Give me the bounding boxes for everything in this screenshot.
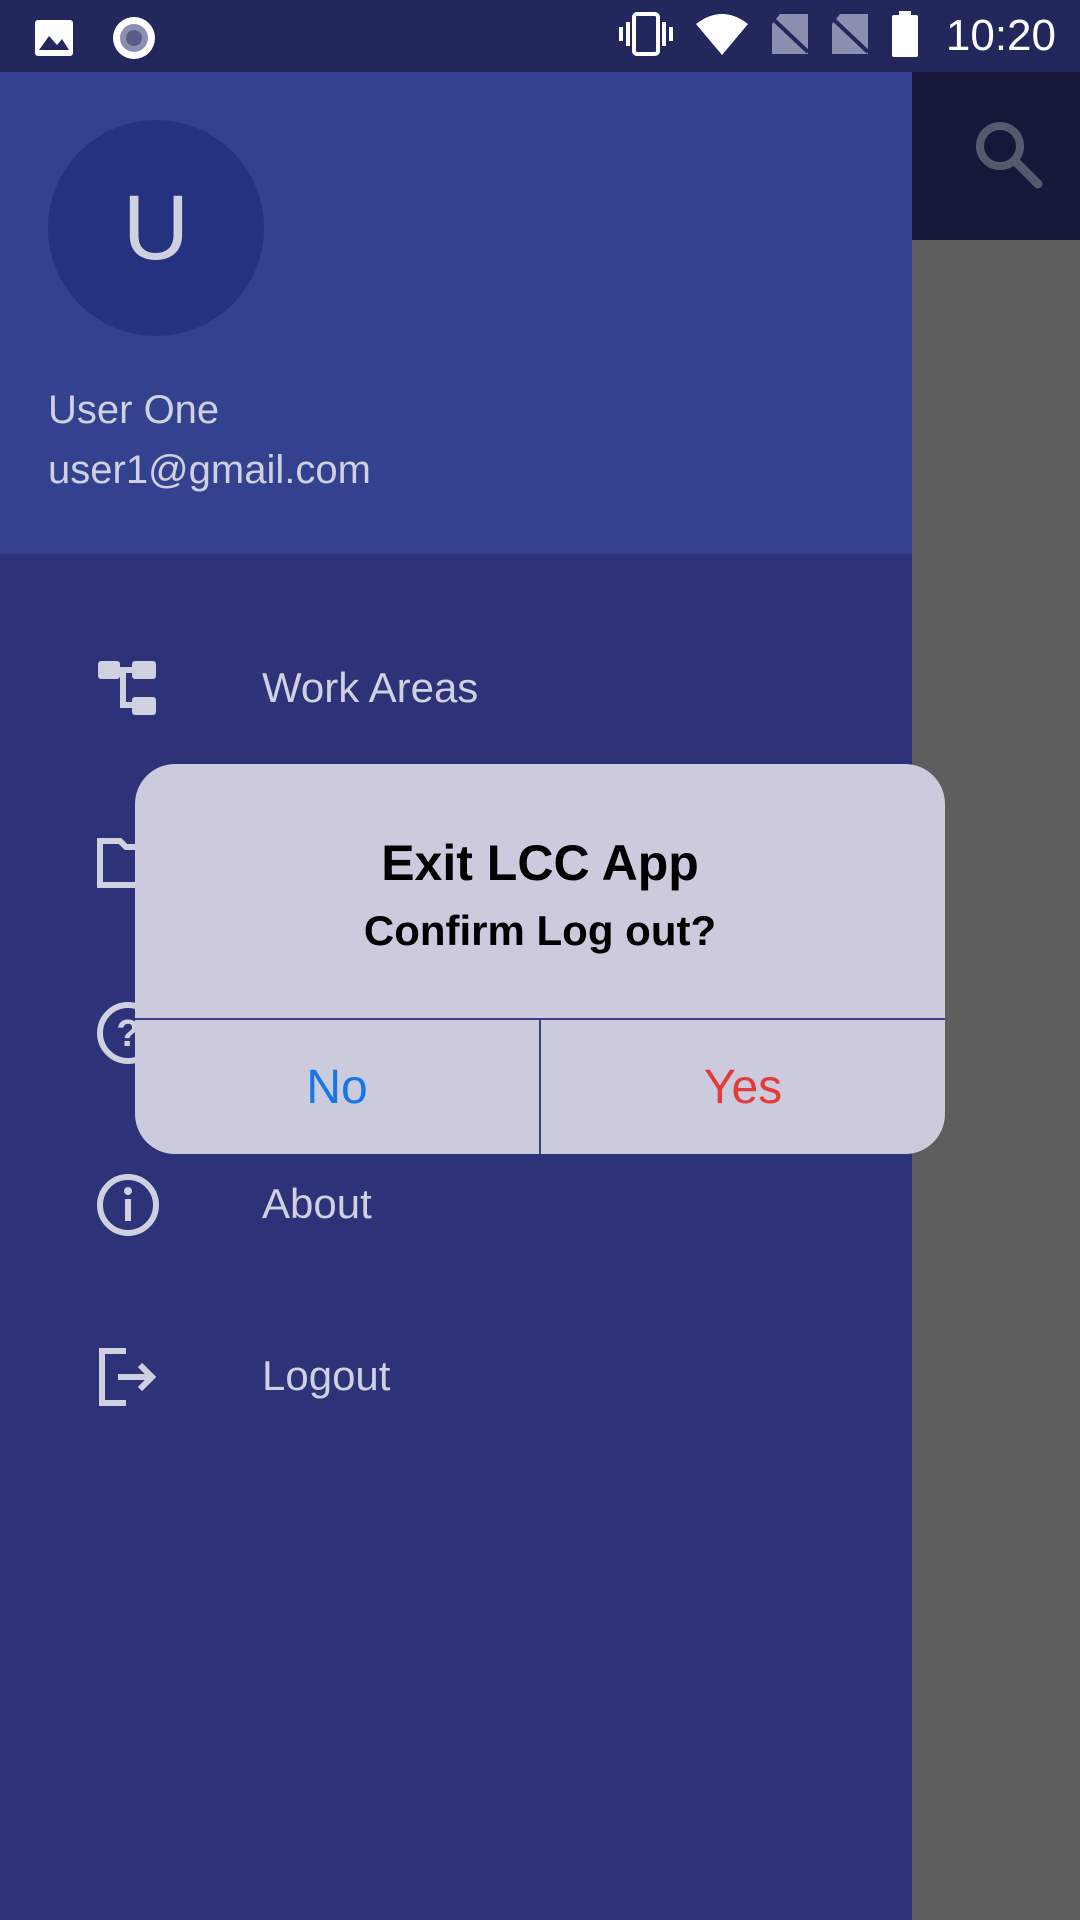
no-sim-icon [830,12,870,61]
menu-item-label: Logout [262,1352,391,1399]
yes-button[interactable]: Yes [541,1020,945,1154]
record-icon [112,16,156,65]
image-icon [34,18,74,63]
logout-confirm-dialog: Exit LCC App Confirm Log out? No Yes [135,764,945,1154]
avatar[interactable]: U [48,120,264,336]
dialog-message: Confirm Log out? [363,907,717,954]
user-email: user1@gmail.com [48,448,371,492]
menu-item-logout[interactable]: Logout [0,1300,912,1450]
logout-icon [96,1345,160,1409]
search-icon[interactable] [972,118,1044,195]
dialog-title: Exit LCC App [381,835,699,891]
avatar-letter: U [122,176,190,279]
app-bar [912,72,1080,240]
menu-item-work-areas[interactable]: Work Areas [0,612,912,762]
no-sim-icon [770,12,810,61]
clock: 10:20 [945,11,1056,60]
battery-icon [890,10,920,62]
no-button[interactable]: No [135,1020,539,1154]
user-name: User One [48,388,220,432]
tree-icon [96,657,160,721]
wifi-icon [694,12,750,61]
menu-item-label: About [262,1180,372,1227]
drawer-header: U User One user1@gmail.com [0,72,912,554]
info-icon [96,1173,160,1237]
vibrate-icon [618,11,674,61]
menu-item-label: Work Areas [262,664,479,711]
status-bar: 10:20 [0,0,1080,72]
